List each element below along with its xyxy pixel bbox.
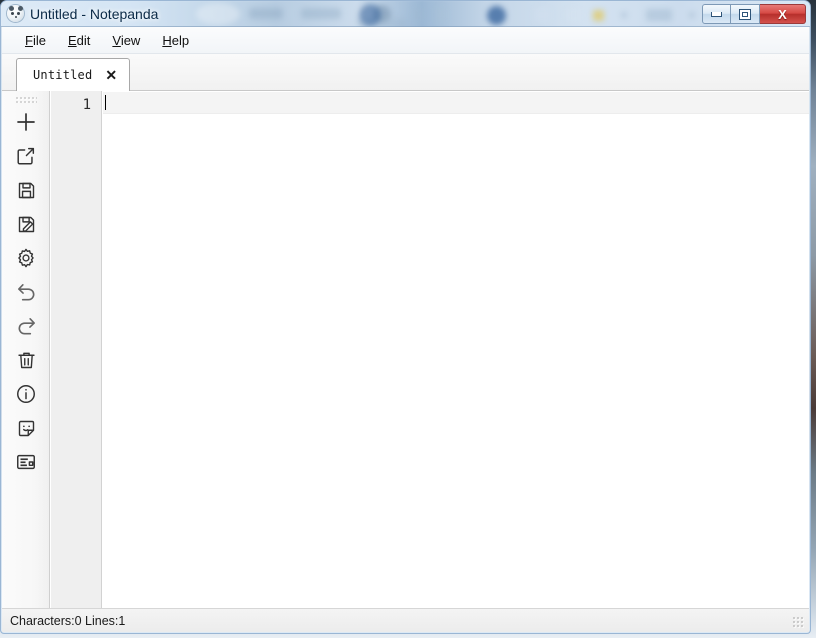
status-text: Characters:0 Lines:1 — [10, 613, 126, 628]
text-editor[interactable] — [103, 91, 809, 609]
text-caret — [105, 95, 106, 110]
resize-grip[interactable] — [792, 616, 805, 629]
tab-bar: Untitled ✕ — [2, 54, 809, 91]
toolbar-drag-handle[interactable] — [15, 96, 37, 103]
menu-help[interactable]: Help — [151, 30, 200, 51]
window-controls: X — [702, 4, 806, 24]
menu-edit[interactable]: Edit — [57, 30, 101, 51]
main-area: 1 — [2, 91, 809, 609]
sticker-icon[interactable] — [11, 413, 41, 443]
maximize-button[interactable] — [731, 4, 760, 24]
close-button[interactable]: X — [760, 4, 806, 24]
menu-view-mnemonic: V — [112, 32, 121, 48]
new-file-icon[interactable] — [11, 107, 41, 137]
minimize-button[interactable] — [702, 4, 731, 24]
menu-edit-rest: dit — [76, 32, 91, 48]
menu-view[interactable]: View — [101, 30, 151, 51]
maximize-icon — [739, 8, 751, 20]
status-bar: Characters:0 Lines:1 — [2, 608, 809, 632]
line-number-gutter: 1 — [51, 91, 102, 609]
side-toolbar — [2, 91, 50, 609]
application-window: Untitled - Notepanda X File Edit View He… — [0, 0, 811, 634]
menu-edit-mnemonic: E — [67, 32, 77, 48]
menu-help-mnemonic: H — [162, 32, 172, 48]
settings-icon[interactable] — [11, 243, 41, 273]
redo-icon[interactable] — [11, 311, 41, 341]
layout-icon[interactable] — [11, 447, 41, 477]
menu-bar: File Edit View Help — [2, 27, 809, 54]
window-title: Untitled - Notepanda — [30, 6, 159, 22]
menu-help-rest: elp — [171, 32, 190, 48]
save-as-icon[interactable] — [11, 209, 41, 239]
menu-file[interactable]: File — [14, 30, 57, 51]
menu-view-rest: iew — [120, 32, 141, 48]
current-line-highlight — [103, 92, 809, 114]
menu-file-rest: ile — [32, 32, 46, 48]
panda-icon — [7, 5, 24, 22]
delete-icon[interactable] — [11, 345, 41, 375]
title-bar[interactable]: Untitled - Notepanda X — [1, 1, 810, 28]
minimize-icon — [711, 11, 722, 17]
line-number: 1 — [82, 97, 91, 113]
menu-file-mnemonic: F — [25, 32, 33, 48]
undo-icon[interactable] — [11, 277, 41, 307]
close-icon: X — [778, 6, 787, 22]
tab-close-icon[interactable]: ✕ — [105, 68, 117, 82]
about-icon[interactable] — [11, 379, 41, 409]
tab-label: Untitled — [33, 68, 93, 82]
save-icon[interactable] — [11, 175, 41, 205]
tab-untitled[interactable]: Untitled ✕ — [16, 58, 131, 91]
open-file-icon[interactable] — [11, 141, 41, 171]
